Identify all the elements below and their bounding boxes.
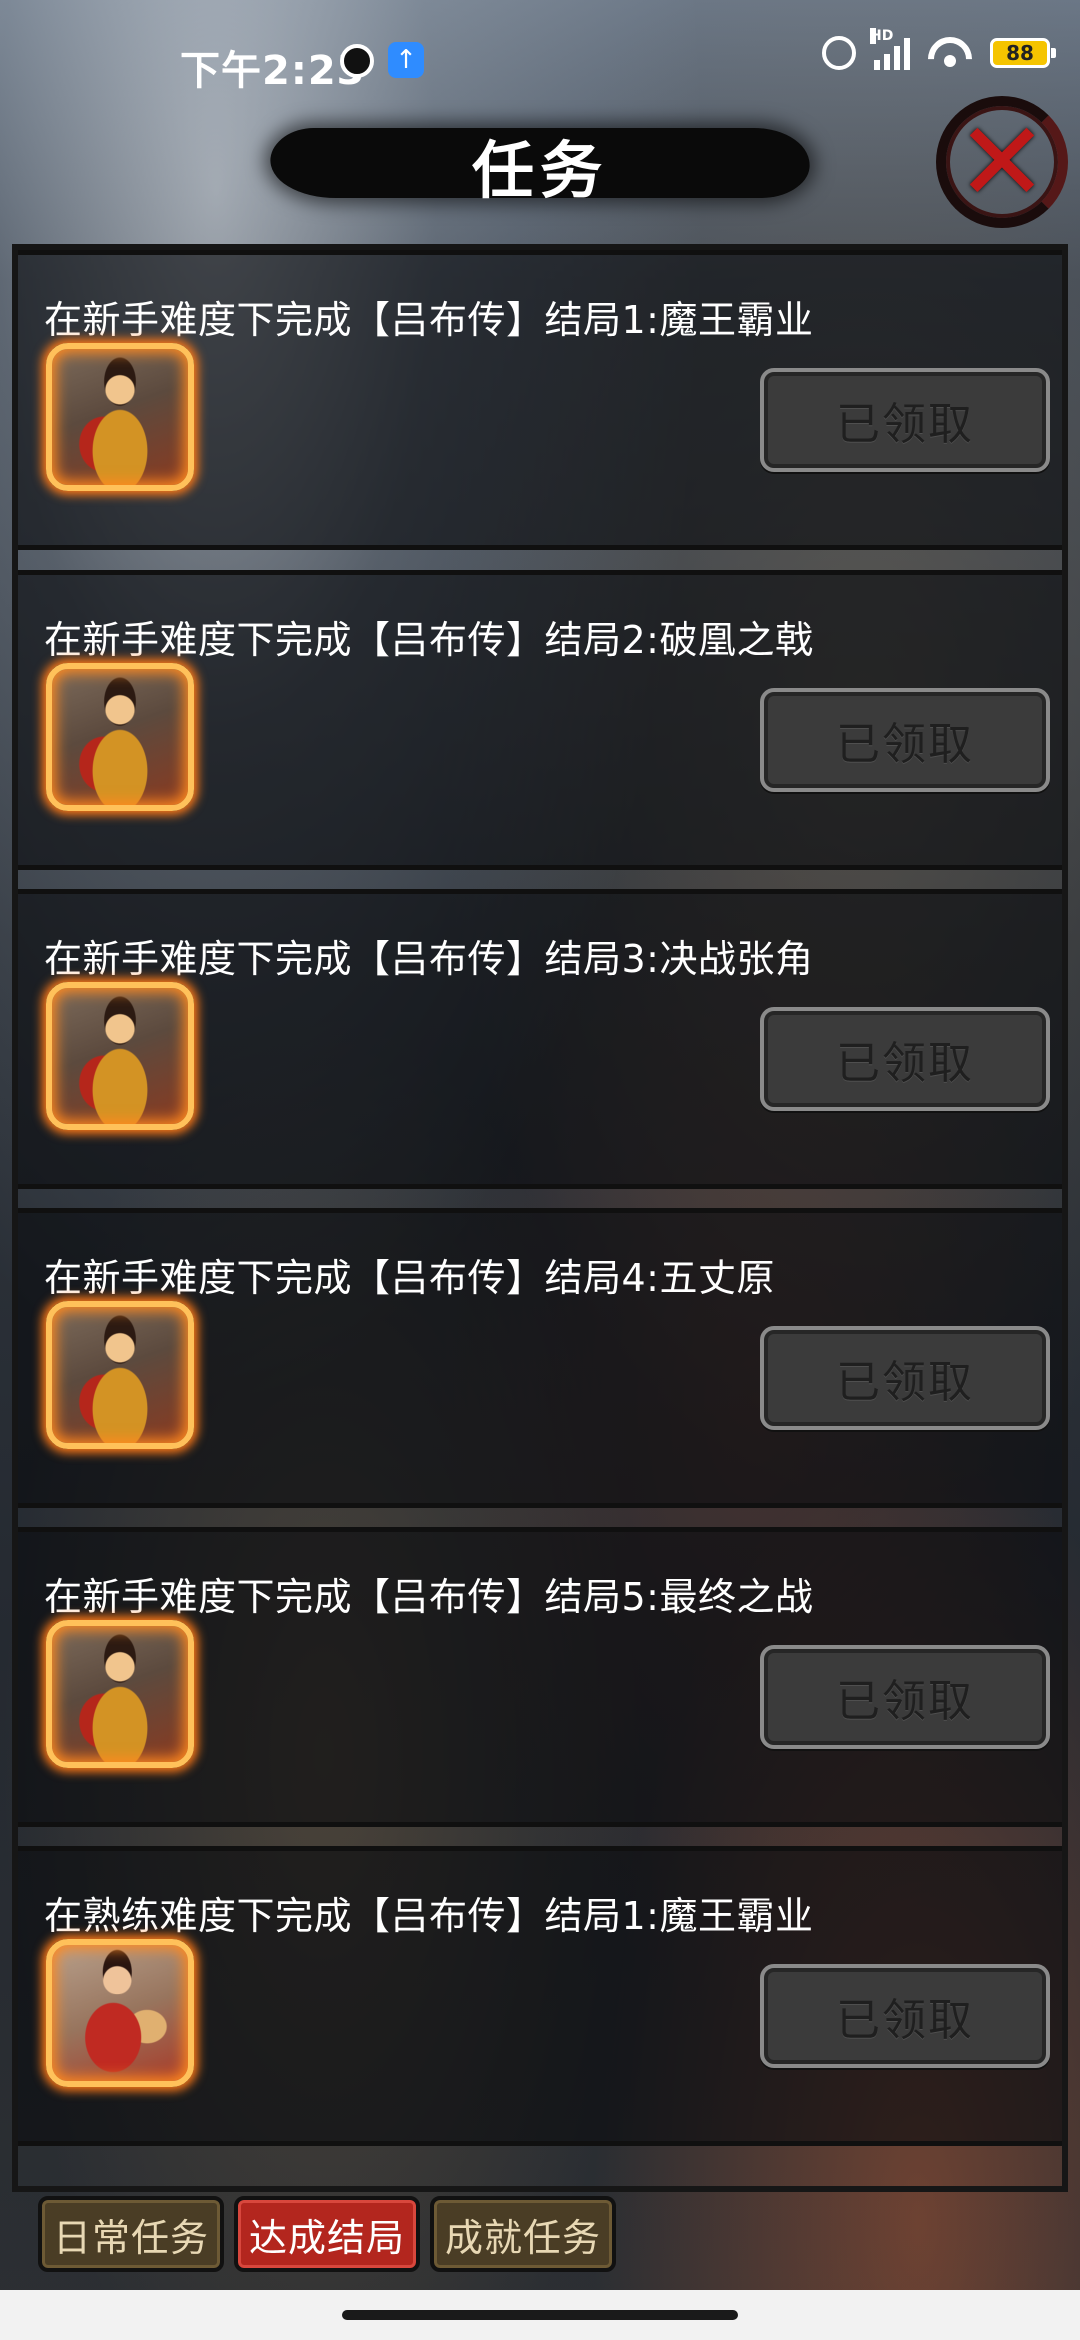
upload-icon: ↑ <box>388 42 424 78</box>
character-portrait <box>46 343 194 491</box>
task-title: 在新手难度下完成【吕布传】结局4:五丈原 <box>44 1256 775 1300</box>
tab-achievements[interactable]: 成就任务 <box>430 2196 616 2272</box>
status-time: 下午2:23 <box>180 48 366 94</box>
tab-daily-tasks[interactable]: 日常任务 <box>38 2196 224 2272</box>
battery-icon: 88 <box>990 38 1056 68</box>
claimed-button[interactable]: 已领取 <box>760 1326 1050 1430</box>
task-title: 在新手难度下完成【吕布传】结局3:决战张角 <box>44 937 814 981</box>
task-item: 在新手难度下完成【吕布传】结局1:魔王霸业 已领取 <box>18 250 1062 550</box>
status-bar: 下午2:23 ↑ HD 88 <box>0 0 1080 120</box>
page-header: 任务 <box>266 110 814 220</box>
character-portrait <box>46 663 194 811</box>
claimed-button[interactable]: 已领取 <box>760 1007 1050 1111</box>
task-title: 在新手难度下完成【吕布传】结局2:破凰之戟 <box>44 618 814 662</box>
task-item: 在新手难度下完成【吕布传】结局4:五丈原 已领取 <box>18 1208 1062 1508</box>
task-title: 在新手难度下完成【吕布传】结局5:最终之战 <box>44 1575 814 1619</box>
status-icons: HD 88 <box>822 28 1056 70</box>
task-title: 在熟练难度下完成【吕布传】结局1:魔王霸业 <box>44 1894 814 1938</box>
task-item: 在新手难度下完成【吕布传】结局5:最终之战 已领取 <box>18 1527 1062 1827</box>
character-portrait <box>46 1301 194 1449</box>
alarm-icon <box>822 36 856 70</box>
task-item: 在熟练难度下完成【吕布传】结局1:魔王霸业 已领取 <box>18 1846 1062 2146</box>
task-title: 在新手难度下完成【吕布传】结局1:魔王霸业 <box>44 298 814 342</box>
claimed-button[interactable]: 已领取 <box>760 1964 1050 2068</box>
network-label: HD <box>870 28 894 44</box>
claimed-button[interactable]: 已领取 <box>760 688 1050 792</box>
character-portrait <box>46 1620 194 1768</box>
bottom-tabs: 日常任务 达成结局 成就任务 <box>38 2196 616 2272</box>
tab-endings[interactable]: 达成结局 <box>234 2196 420 2272</box>
close-button[interactable]: ✕ <box>936 96 1068 228</box>
character-portrait <box>46 1939 194 2087</box>
character-portrait <box>46 982 194 1130</box>
page-title: 任务 <box>471 134 608 207</box>
claimed-button[interactable]: 已领取 <box>760 368 1050 472</box>
task-item: 在新手难度下完成【吕布传】结局2:破凰之戟 已领取 <box>18 570 1062 870</box>
task-item: 在新手难度下完成【吕布传】结局3:决战张角 已领取 <box>18 889 1062 1189</box>
wifi-icon <box>928 37 972 69</box>
close-icon: ✕ <box>955 98 1049 226</box>
record-icon <box>340 44 374 78</box>
claimed-button[interactable]: 已领取 <box>760 1645 1050 1749</box>
home-indicator[interactable] <box>342 2310 738 2320</box>
signal-icon: HD <box>870 28 910 70</box>
task-list[interactable]: 在新手难度下完成【吕布传】结局1:魔王霸业 已领取 在新手难度下完成【吕布传】结… <box>12 244 1068 2192</box>
